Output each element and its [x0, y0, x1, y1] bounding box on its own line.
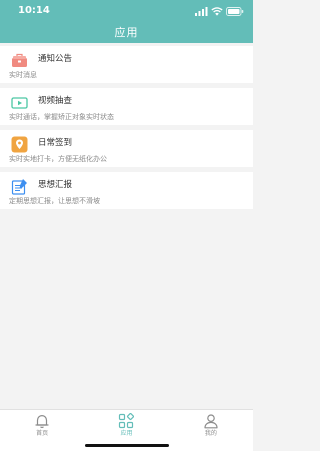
- tab-mine[interactable]: 我的: [169, 410, 253, 451]
- home-indicator: [84, 444, 169, 447]
- card-description: 定期思想汇报，让思想不滑坡: [9, 197, 100, 205]
- card-description: 实时消息: [9, 71, 37, 79]
- page-title: 应用: [114, 26, 139, 39]
- person-icon: [203, 413, 219, 429]
- card-notice[interactable]: 通知公告 实时消息: [0, 46, 253, 83]
- card-description: 实时通话，掌握矫正对象实时状态: [9, 113, 114, 121]
- card-thought-report[interactable]: 思想汇报 定期思想汇报，让思想不滑坡: [0, 172, 253, 209]
- wifi-icon: [211, 6, 223, 16]
- battery-icon: [226, 6, 244, 16]
- bell-icon: [34, 413, 50, 429]
- status-time: 10:14: [18, 5, 50, 16]
- notice-bag-icon: [11, 52, 28, 69]
- tab-label: 应用: [120, 430, 133, 437]
- status-icons: [195, 6, 244, 16]
- card-title: 视频抽查: [38, 96, 73, 106]
- card-description: 实时实地打卡，方便无纸化办公: [9, 155, 107, 163]
- signal-icon: [195, 6, 208, 16]
- card-title: 日常签到: [38, 138, 73, 148]
- tab-label: 首页: [36, 430, 49, 437]
- report-edit-icon: [11, 178, 28, 195]
- location-pin-icon: [11, 136, 28, 153]
- tab-label: 我的: [204, 430, 217, 437]
- apps-grid-icon: [118, 413, 135, 429]
- tab-home[interactable]: 首页: [0, 410, 84, 451]
- status-bar: 10:14: [0, 0, 253, 20]
- card-title: 思想汇报: [38, 180, 73, 190]
- card-daily-checkin[interactable]: 日常签到 实时实地打卡，方便无纸化办公: [0, 130, 253, 167]
- video-camera-icon: [11, 94, 28, 111]
- app-list: 通知公告 实时消息 视频抽查 实时通话，掌握矫正对象实时状态 日常签到 实时实地…: [0, 46, 253, 214]
- card-video-check[interactable]: 视频抽查 实时通话，掌握矫正对象实时状态: [0, 88, 253, 125]
- header-bar: 10:14 应用: [0, 0, 253, 43]
- card-title: 通知公告: [38, 54, 73, 64]
